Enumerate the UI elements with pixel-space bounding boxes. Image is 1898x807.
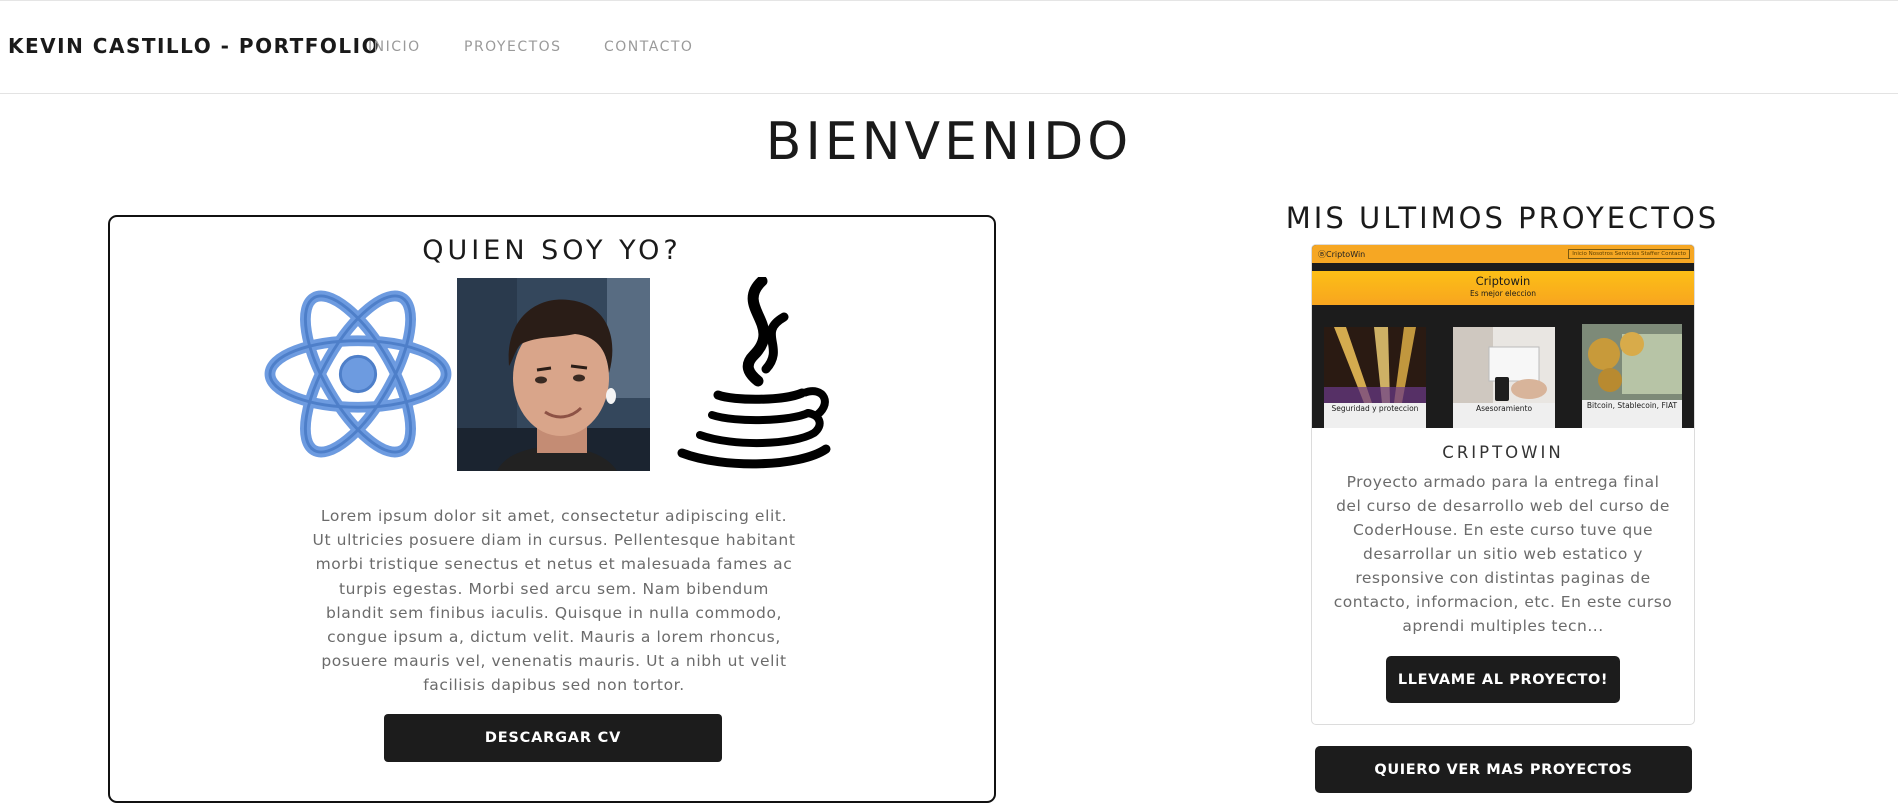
projects-title: MIS ULTIMOS PROYECTOS xyxy=(1285,201,1720,235)
project-card: ⒷCriptoWin Inicio Nosotros Servicios Sta… xyxy=(1311,244,1695,725)
thumbnail-banner-title: Criptowin xyxy=(1475,274,1531,288)
thumbnail-banner-subtitle: Es mejor eleccion xyxy=(1469,289,1537,298)
tile-label: Asesoramiento xyxy=(1475,404,1533,413)
thumbnail-logo: ⒷCriptoWin xyxy=(1318,250,1366,259)
tile-image xyxy=(1582,324,1682,400)
navbar: KEVIN CASTILLO - PORTFOLIO INICIO PROYEC… xyxy=(0,0,1898,94)
project-description: Proyecto armado para la entrega final de… xyxy=(1333,473,1673,635)
project-thumbnail[interactable]: ⒷCriptoWin Inicio Nosotros Servicios Sta… xyxy=(1312,245,1694,428)
tile-label: Bitcoin, Stablecoin, FIAT xyxy=(1586,401,1678,410)
thumbnail-tile: Asesoramiento xyxy=(1453,327,1555,428)
java-logo-icon xyxy=(677,277,831,469)
thumbnail-banner: Criptowin Es mejor eleccion xyxy=(1312,271,1694,305)
thumbnail-menu: Inicio Nosotros Servicios Staffer Contac… xyxy=(1568,249,1690,259)
about-text: Lorem ipsum dolor sit amet, consectetur … xyxy=(312,507,796,695)
more-projects-button[interactable]: QUIERO VER MAS PROYECTOS xyxy=(1315,746,1692,793)
thumbnail-navbar: ⒷCriptoWin Inicio Nosotros Servicios Sta… xyxy=(1312,245,1694,263)
brand-link[interactable]: KEVIN CASTILLO - PORTFOLIO xyxy=(8,34,380,58)
go-to-project-button[interactable]: LLEVAME AL PROYECTO! xyxy=(1386,656,1620,703)
tile-image xyxy=(1453,327,1555,403)
nav-link-contacto[interactable]: CONTACTO xyxy=(604,39,693,55)
about-card: QUIEN SOY YO? Lorem ipsum dolor sit amet… xyxy=(108,215,996,803)
nav-link-proyectos[interactable]: PROYECTOS xyxy=(464,39,562,55)
tile-image xyxy=(1324,327,1426,403)
nav-link-inicio[interactable]: INICIO xyxy=(368,39,421,55)
project-name: CRIPTOWIN xyxy=(1442,443,1564,462)
thumbnail-tile: Bitcoin, Stablecoin, FIAT xyxy=(1582,324,1682,428)
thumbnail-tile: Seguridad y proteccion xyxy=(1324,327,1426,428)
tile-label: Seguridad y proteccion xyxy=(1331,404,1419,413)
react-logo-icon xyxy=(264,290,452,458)
hero-title: BIENVENIDO xyxy=(765,112,1133,172)
download-cv-button[interactable]: DESCARGAR CV xyxy=(384,714,722,762)
profile-photo xyxy=(457,278,650,471)
about-title: QUIEN SOY YO? xyxy=(422,235,682,266)
